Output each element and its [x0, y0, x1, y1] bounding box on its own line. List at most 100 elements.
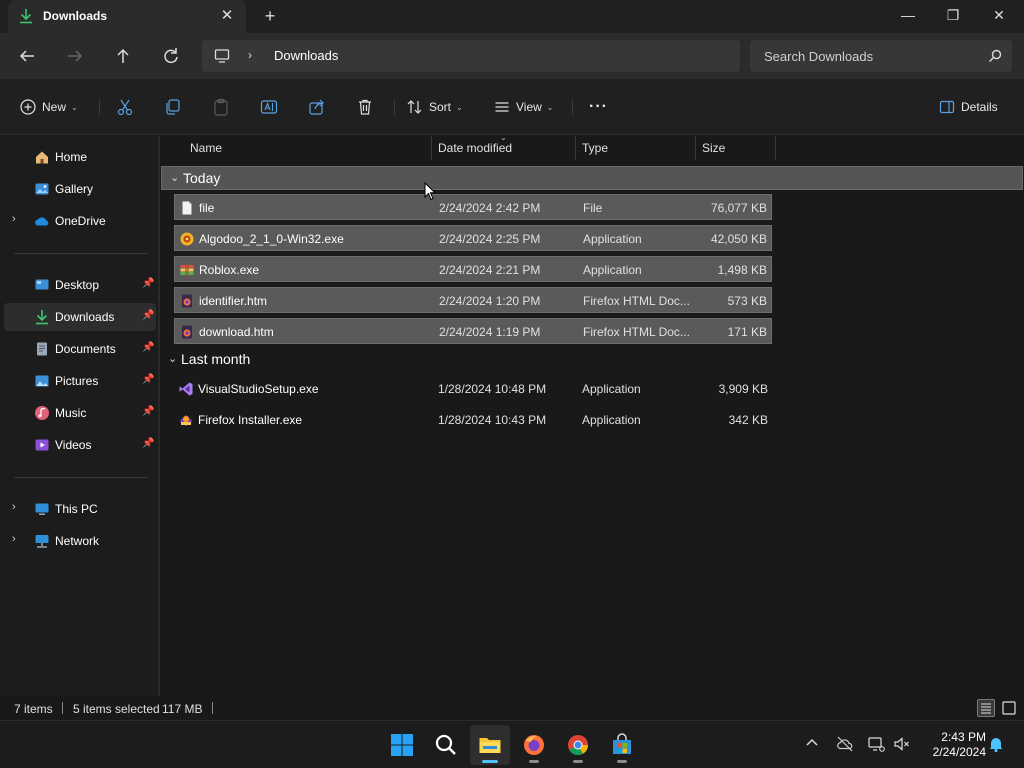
tiles-view-toggle[interactable] — [1000, 699, 1018, 717]
downloads-icon — [36, 310, 48, 325]
pin-icon[interactable]: 📌 — [142, 310, 154, 321]
new-button[interactable]: New ⌄ — [20, 95, 78, 119]
file-type: Application — [582, 413, 641, 427]
paste-button[interactable] — [212, 95, 230, 119]
list-item[interactable]: VisualStudioSetup.exe 1/28/2024 10:48 PM… — [174, 376, 772, 402]
refresh-button[interactable] — [158, 43, 184, 69]
chevron-right-icon[interactable]: › — [12, 533, 16, 545]
pin-icon[interactable]: 📌 — [142, 406, 154, 417]
notifications-button[interactable] — [986, 735, 1006, 755]
view-button[interactable]: View ⌄ — [494, 95, 554, 119]
refresh-icon — [164, 48, 178, 64]
column-divider[interactable] — [695, 136, 696, 160]
network-icon — [35, 535, 49, 548]
copy-button[interactable] — [164, 95, 182, 119]
sidebar-item-home[interactable]: Home — [4, 143, 156, 171]
tab-downloads[interactable]: Downloads ✕ — [8, 0, 246, 33]
title-bar: Downloads ✕ + — ❐ ✕ — [0, 0, 1024, 33]
file-date: 1/28/2024 10:48 PM — [438, 382, 547, 396]
column-header-size[interactable]: Size — [702, 136, 725, 160]
taskbar-microsoft-store[interactable] — [602, 725, 642, 765]
list-item[interactable]: download.htm 2/24/2024 1:19 PM Firefox H… — [174, 318, 772, 344]
new-tab-button[interactable]: + — [260, 6, 280, 26]
file-list: Name Date modified ⌄ Type Size ⌄ Today f… — [160, 133, 1024, 696]
sidebar-item-pictures[interactable]: Pictures 📌 — [4, 367, 156, 395]
list-item[interactable]: Roblox.exe 2/24/2024 2:21 PM Application… — [174, 256, 772, 282]
chevron-down-icon[interactable]: ⌄ — [170, 171, 179, 184]
taskbar-search-button[interactable] — [426, 725, 466, 765]
tab-close-button[interactable]: ✕ — [218, 7, 236, 25]
forward-button[interactable] — [62, 43, 88, 69]
chevron-right-icon[interactable]: › — [12, 501, 16, 513]
sidebar-item-downloads[interactable]: Downloads 📌 — [4, 303, 156, 331]
visual-studio-icon — [179, 382, 193, 396]
list-item[interactable]: identifier.htm 2/24/2024 1:20 PM Firefox… — [174, 287, 772, 313]
file-name: Algodoo_2_1_0-Win32.exe — [199, 232, 344, 246]
scissors-icon — [117, 99, 133, 116]
column-header-name[interactable]: Name — [190, 136, 222, 160]
back-button[interactable] — [14, 43, 40, 69]
sidebar-item-videos[interactable]: Videos 📌 — [4, 431, 156, 459]
pin-icon[interactable]: 📌 — [142, 374, 154, 385]
column-header-type[interactable]: Type — [582, 136, 608, 160]
list-item[interactable]: Firefox Installer.exe 1/28/2024 10:43 PM… — [174, 407, 772, 433]
see-more-button[interactable]: ··· — [589, 95, 608, 119]
desktop-icon — [35, 279, 49, 290]
column-divider[interactable] — [575, 136, 576, 160]
cut-button[interactable] — [116, 95, 134, 119]
sort-label: Sort — [429, 100, 452, 114]
group-header-last-month[interactable]: ⌄ Last month — [160, 348, 1024, 372]
chevron-right-icon[interactable]: › — [12, 213, 16, 225]
onedrive-tray-button[interactable] — [835, 735, 855, 755]
sidebar-item-desktop[interactable]: Desktop 📌 — [4, 271, 156, 299]
list-item[interactable]: Algodoo_2_1_0-Win32.exe 2/24/2024 2:25 P… — [174, 225, 772, 251]
clipboard-icon — [214, 98, 228, 116]
sidebar-item-gallery[interactable]: Gallery — [4, 175, 156, 203]
file-date: 2/24/2024 1:20 PM — [439, 294, 541, 308]
sidebar-item-onedrive[interactable]: › OneDrive — [4, 207, 156, 235]
show-hidden-icons-button[interactable] — [802, 735, 822, 755]
chevron-down-icon[interactable]: ⌄ — [168, 352, 177, 365]
volume-tray-button[interactable] — [892, 735, 912, 755]
delete-button[interactable] — [356, 95, 374, 119]
toolbar-divider — [394, 99, 395, 115]
sidebar-item-network[interactable]: › Network — [4, 527, 156, 555]
details-view-toggle[interactable] — [977, 699, 995, 717]
taskbar-file-explorer[interactable] — [470, 725, 510, 765]
close-button[interactable]: ✕ — [984, 4, 1014, 26]
documents-icon — [37, 342, 47, 356]
sidebar-item-music[interactable]: Music 📌 — [4, 399, 156, 427]
column-divider[interactable] — [775, 136, 776, 160]
start-button[interactable] — [382, 725, 422, 765]
pin-icon[interactable]: 📌 — [142, 438, 154, 449]
videos-icon — [35, 439, 49, 451]
file-size: 42,050 KB — [710, 232, 767, 246]
taskbar-firefox[interactable] — [514, 725, 554, 765]
chevron-down-icon: ⌄ — [546, 102, 554, 112]
list-item[interactable]: file 2/24/2024 2:42 PM File 76,077 KB — [174, 194, 772, 220]
sidebar-item-documents[interactable]: Documents 📌 — [4, 335, 156, 363]
pin-icon[interactable]: 📌 — [142, 278, 154, 289]
address-path[interactable]: › Downloads — [202, 40, 740, 72]
share-button[interactable] — [308, 95, 326, 119]
sort-button[interactable]: Sort ⌄ — [407, 95, 463, 119]
taskbar-chrome[interactable] — [558, 725, 598, 765]
search-input[interactable]: Search Downloads — [750, 40, 1012, 72]
network-tray-button[interactable] — [866, 735, 886, 755]
firefox-icon — [524, 735, 544, 755]
system-clock[interactable]: 2:43 PM 2/24/2024 — [916, 730, 986, 760]
rename-button[interactable] — [260, 95, 278, 119]
minimize-button[interactable]: — — [893, 4, 923, 26]
details-pane-button[interactable]: Details — [939, 95, 998, 119]
sidebar-item-this-pc[interactable]: › This PC — [4, 495, 156, 523]
breadcrumb-downloads[interactable]: Downloads — [274, 48, 338, 63]
chevron-right-icon[interactable]: › — [248, 48, 252, 62]
pin-icon[interactable]: 📌 — [142, 342, 154, 353]
file-date: 2/24/2024 1:19 PM — [439, 325, 541, 339]
onedrive-icon — [35, 217, 49, 226]
column-divider[interactable] — [431, 136, 432, 160]
up-button[interactable] — [110, 43, 136, 69]
group-header-today[interactable]: ⌄ Today — [161, 166, 1023, 190]
maximize-button[interactable]: ❐ — [938, 4, 968, 26]
sidebar-item-label: Pictures — [55, 374, 99, 388]
